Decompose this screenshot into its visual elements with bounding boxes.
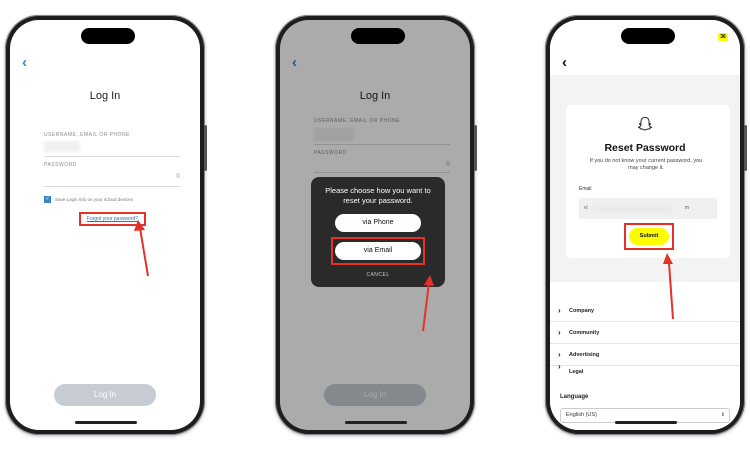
email-value-start: vi	[584, 205, 588, 211]
email-value-end: m	[684, 205, 689, 211]
save-login-checkbox[interactable]: ✓	[44, 196, 51, 203]
snapchat-ghost-icon	[550, 116, 740, 137]
back-icon[interactable]: ‹	[562, 54, 567, 71]
via-email-highlight: via Email	[331, 237, 425, 265]
home-indicator	[345, 421, 407, 424]
email-label: Email	[579, 186, 592, 192]
home-indicator	[75, 421, 137, 424]
footer-item-label: Company	[569, 308, 595, 314]
footer-item-label: Community	[569, 330, 600, 336]
eye-icon[interactable]: ⦸	[176, 173, 180, 180]
phone-reset-choice: ‹ Log In USERNAME, EMAIL OR PHONE PASSWO…	[275, 15, 477, 435]
footer-item-legal[interactable]: › Legal	[550, 362, 740, 378]
dynamic-island	[621, 28, 675, 44]
phone-login: ‹ Log In USERNAME, EMAIL OR PHONE PASSWO…	[5, 15, 207, 435]
footer-item-label: Legal	[569, 369, 584, 375]
submit-highlight: Submit	[624, 223, 674, 250]
status-badge: 36	[718, 33, 728, 41]
page-title: Log In	[89, 90, 121, 102]
chevron-right-icon: ›	[558, 328, 561, 337]
reset-method-dialog: Please choose how you want to reset your…	[311, 177, 445, 287]
chevron-right-icon: ›	[558, 362, 561, 371]
footer-item-company[interactable]: › Company	[550, 300, 740, 322]
tutorial-stage: ‹ Log In USERNAME, EMAIL OR PHONE PASSWO…	[0, 0, 750, 450]
footer-item-label: Advertising	[569, 352, 600, 358]
login-screen: ‹ Log In USERNAME, EMAIL OR PHONE PASSWO…	[10, 20, 200, 430]
chevron-right-icon: ›	[558, 306, 561, 315]
dynamic-island	[351, 28, 405, 44]
reset-title: Reset Password	[604, 142, 686, 154]
password-underline	[44, 186, 180, 187]
email-input[interactable]: vi m	[579, 198, 717, 219]
dynamic-island	[81, 28, 135, 44]
language-value: English (US)	[566, 412, 597, 418]
username-underline	[44, 156, 180, 157]
back-icon[interactable]: ‹	[22, 54, 27, 71]
updown-icon: ⇕	[720, 412, 725, 418]
language-label: Language	[560, 394, 589, 400]
dialog-title: Please choose how you want to reset your…	[325, 186, 431, 205]
reset-subtitle: If you do not know your current password…	[589, 158, 703, 171]
email-redaction	[593, 206, 673, 212]
reset-password-screen: 36 ‹ Reset Password If you do not know y…	[550, 20, 740, 430]
arrow-icon	[663, 253, 674, 320]
footer-item-community[interactable]: › Community	[550, 322, 740, 344]
phone-reset-password: 36 ‹ Reset Password If you do not know y…	[545, 15, 747, 435]
home-indicator	[615, 421, 677, 424]
arrow-icon	[422, 275, 434, 332]
arrow-icon	[134, 220, 149, 277]
login-button[interactable]: Log In	[54, 384, 156, 406]
login-screen-dimmed: ‹ Log In USERNAME, EMAIL OR PHONE PASSWO…	[280, 20, 470, 430]
via-phone-button[interactable]: via Phone	[335, 214, 421, 232]
username-label: USERNAME, EMAIL OR PHONE	[44, 132, 130, 138]
footer-item-advertising[interactable]: › Advertising	[550, 344, 740, 366]
via-email-button[interactable]: via Email	[335, 242, 421, 260]
username-input[interactable]	[44, 141, 80, 152]
password-label: PASSWORD	[44, 162, 77, 168]
save-login-label: Save Login Info on your iCloud devices	[55, 197, 134, 202]
submit-button[interactable]: Submit	[629, 228, 669, 245]
